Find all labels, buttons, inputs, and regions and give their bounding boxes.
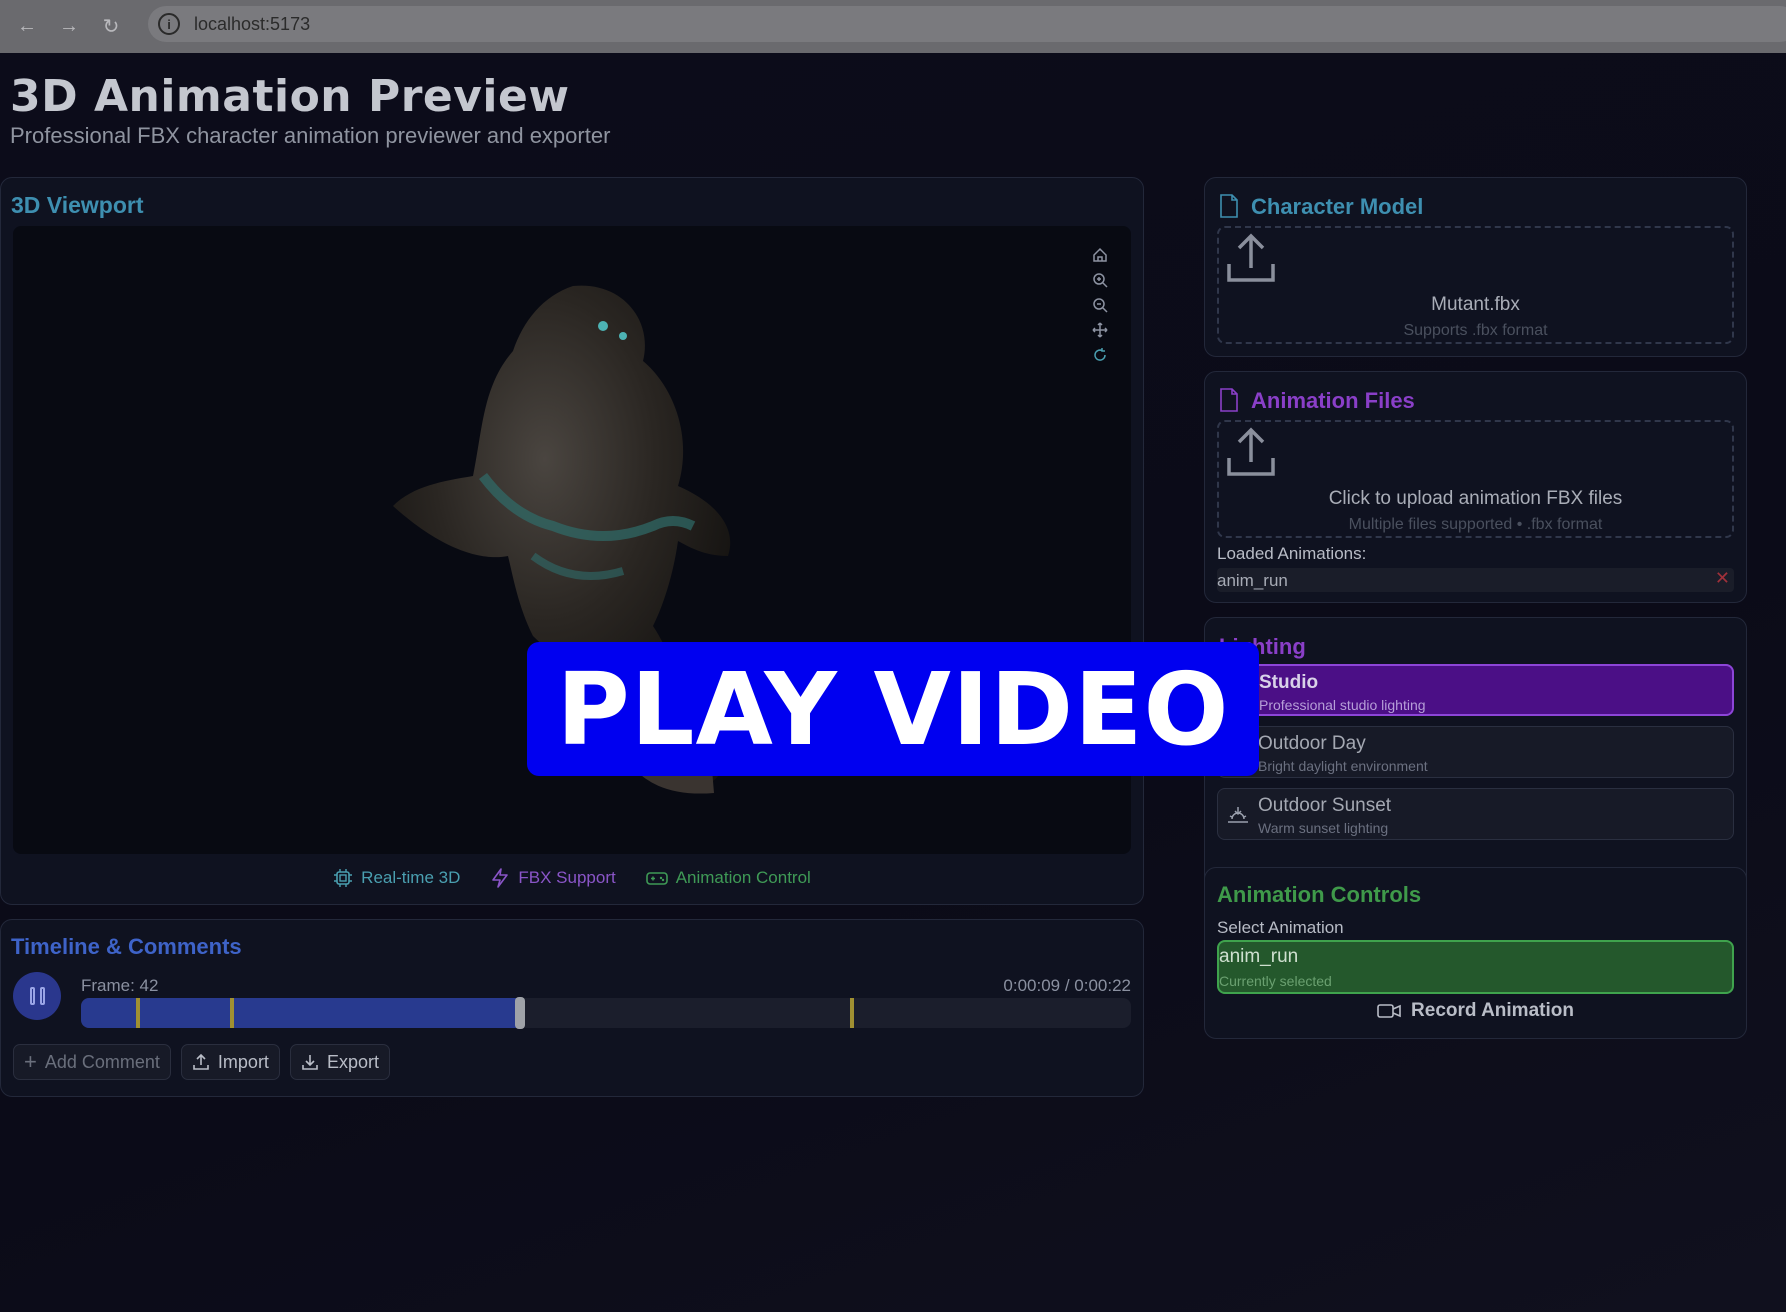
add-comment-button[interactable]: + Add Comment — [13, 1044, 171, 1080]
selected-animation-hint: Currently selected — [1219, 973, 1332, 989]
home-icon[interactable] — [1089, 244, 1111, 266]
feature-animation: Animation Control — [645, 868, 811, 888]
download-icon — [302, 1055, 318, 1070]
lighting-option-name: Outdoor Day — [1258, 733, 1366, 754]
character-model-title: Character Model — [1251, 194, 1424, 219]
add-comment-label: Add Comment — [44, 1051, 160, 1072]
comment-marker[interactable] — [230, 998, 235, 1028]
reload-icon[interactable]: ↻ — [96, 12, 126, 42]
comment-marker[interactable] — [849, 998, 854, 1028]
feature-realtime: Real-time 3D — [333, 868, 460, 888]
play-video-label: PLAY VIDEO — [556, 650, 1230, 768]
lighting-title-text: ting — [1265, 634, 1306, 659]
zoom-out-icon[interactable] — [1089, 294, 1111, 316]
timeline-title: Timeline & Comments — [11, 934, 242, 959]
feature-label: Real-time 3D — [361, 868, 461, 887]
sunset-icon — [1228, 807, 1248, 823]
play-video-overlay[interactable]: PLAY VIDEO — [527, 642, 1259, 776]
animation-controls-panel: Animation Controls Select Animation anim… — [1204, 867, 1747, 1039]
plus-icon: + — [24, 1049, 37, 1074]
page-subtitle: Professional FBX character animation pre… — [10, 123, 611, 148]
comment-marker[interactable] — [135, 998, 140, 1028]
character-model-panel: Character Model Mutant.fbx Supports .fbx… — [1204, 177, 1747, 357]
animation-files-title: Animation Files — [1251, 388, 1415, 413]
browser-toolbar: ← → ↻ i localhost:5173 — [0, 0, 1786, 53]
rotate-icon[interactable] — [1089, 344, 1111, 366]
loaded-animation-item[interactable]: anim_run ✕ — [1217, 568, 1734, 592]
pause-icon — [29, 987, 35, 1005]
back-icon[interactable]: ← — [12, 12, 42, 42]
lighting-option-outdoor-day[interactable]: Outdoor Day Bright daylight environment — [1217, 726, 1734, 778]
feature-fbx: FBX Support — [490, 868, 616, 888]
import-button[interactable]: Import — [180, 1044, 280, 1080]
lighting-option-studio[interactable]: Studio Professional studio lighting — [1217, 664, 1734, 716]
viewport-title: 3D Viewport — [11, 192, 144, 218]
file-icon — [1220, 388, 1238, 412]
record-animation-button[interactable]: Record Animation — [1205, 1000, 1746, 1022]
url-text: localhost:5173 — [194, 13, 311, 34]
character-upload-zone[interactable]: Mutant.fbx Supports .fbx format — [1217, 226, 1734, 344]
address-bar[interactable]: i localhost:5173 — [148, 6, 1786, 42]
forward-icon[interactable]: → — [54, 12, 84, 42]
upload-icon — [193, 1053, 209, 1070]
frame-counter: Frame: 42 — [81, 976, 159, 995]
pause-icon-bar — [39, 987, 45, 1005]
timeline-progress — [81, 998, 520, 1028]
file-icon — [1220, 194, 1238, 218]
remove-icon[interactable]: ✕ — [1715, 568, 1730, 589]
lighting-option-desc: Bright daylight environment — [1258, 758, 1428, 774]
animation-controls-title: Animation Controls — [1217, 882, 1422, 907]
loaded-animation-name: anim_run — [1217, 571, 1288, 590]
selected-animation-option[interactable]: anim_run Currently selected — [1217, 940, 1734, 994]
lighting-option-name: Studio — [1259, 672, 1319, 693]
feature-label: FBX Support — [518, 868, 616, 887]
character-upload-hint: Supports .fbx format — [1403, 322, 1548, 339]
lighting-option-name: Outdoor Sunset — [1258, 795, 1392, 816]
export-label: Export — [326, 1051, 379, 1072]
viewport-toolbar — [1089, 244, 1111, 366]
gamepad-icon — [645, 872, 668, 885]
feature-label: Animation Control — [675, 868, 811, 887]
lighting-option-desc: Warm sunset lighting — [1258, 820, 1389, 836]
lighting-option-desc: Professional studio lighting — [1259, 697, 1426, 713]
video-camera-icon — [1377, 1004, 1401, 1018]
timeline-actions: + Add Comment Import Export — [13, 1044, 390, 1080]
timeline-panel: Timeline & Comments Frame: 42 0:00:09 / … — [0, 919, 1144, 1097]
record-animation-label: Record Animation — [1411, 1000, 1574, 1021]
viewport-feature-list: Real-time 3D FBX Support Animation Contr… — [1, 868, 1143, 888]
viewport-panel: 3D Viewport Real-time 3D FBX Support Ani… — [0, 177, 1144, 905]
cpu-icon — [334, 869, 353, 887]
animation-upload-text: Click to upload animation FBX files — [1328, 488, 1623, 509]
lighting-option-outdoor-sunset[interactable]: Outdoor Sunset Warm sunset lighting — [1217, 788, 1734, 840]
select-animation-label: Select Animation — [1217, 918, 1344, 937]
loaded-animations-label: Loaded Animations: — [1217, 544, 1367, 563]
animation-upload-zone[interactable]: Click to upload animation FBX files Mult… — [1217, 420, 1734, 538]
selected-animation-name: anim_run — [1219, 946, 1299, 967]
pause-button[interactable] — [13, 972, 61, 1020]
lightning-icon — [492, 868, 509, 888]
zoom-in-icon[interactable] — [1089, 269, 1111, 291]
timeline-track[interactable] — [81, 997, 1131, 1029]
upload-icon — [1227, 233, 1275, 282]
export-button[interactable]: Export — [289, 1044, 390, 1080]
page-title: 3D Animation Preview — [10, 71, 570, 122]
move-icon[interactable] — [1089, 319, 1111, 341]
upload-icon — [1227, 427, 1275, 476]
character-file-name: Mutant.fbx — [1431, 294, 1520, 315]
app-root: 3D Animation Preview Professional FBX ch… — [0, 53, 1786, 1312]
lighting-panel: Lighting Studio Professional studio ligh… — [1204, 617, 1747, 903]
import-label: Import — [217, 1051, 269, 1072]
playhead-handle[interactable] — [514, 997, 525, 1029]
animation-files-panel: Animation Files Click to upload animatio… — [1204, 371, 1747, 603]
site-info-icon[interactable]: i — [158, 13, 180, 35]
animation-upload-hint: Multiple files supported • .fbx format — [1348, 516, 1603, 533]
time-display: 0:00:09 / 0:00:22 — [1003, 976, 1131, 995]
